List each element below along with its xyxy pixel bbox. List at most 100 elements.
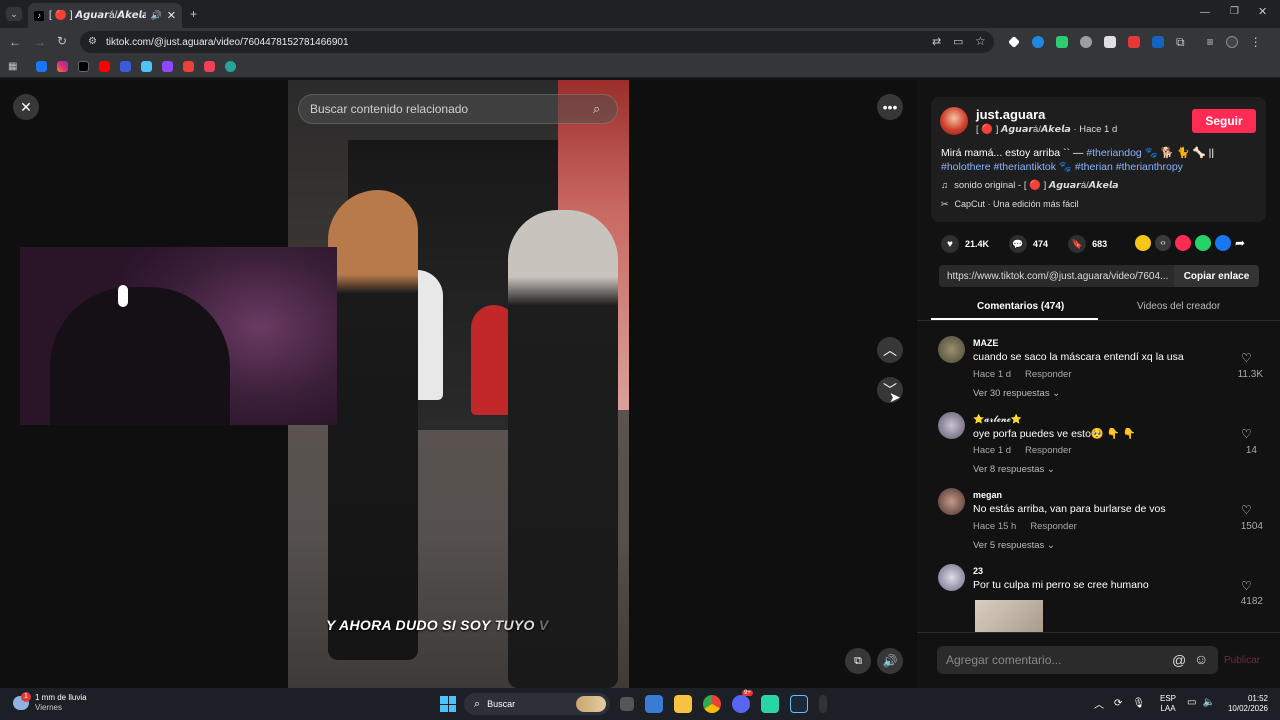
volume-button[interactable]: 🔊: [877, 648, 903, 674]
comment-username[interactable]: 23: [973, 566, 983, 576]
chrome-icon[interactable]: [703, 695, 721, 713]
profile-avatar[interactable]: [1225, 36, 1238, 48]
emoji-icon[interactable]: ☺: [1194, 651, 1208, 667]
reload-icon[interactable]: ↻: [57, 35, 67, 47]
like-button[interactable]: ♥: [941, 235, 959, 253]
globe-bookmark-icon[interactable]: [225, 61, 237, 72]
bookmark-star-icon[interactable]: ☆: [975, 34, 986, 48]
discord-icon[interactable]: 9+: [732, 690, 753, 713]
comment-input[interactable]: Agregar comentario... @ ☺: [937, 646, 1218, 674]
floating-player-button[interactable]: ⧉: [845, 648, 871, 674]
facebook-bookmark-icon[interactable]: [36, 61, 48, 72]
address-bar[interactable]: ⚙ tiktok.com/@just.aguara/video/76044781…: [80, 31, 994, 53]
capcut-row[interactable]: ✂ CapCut · Una edición más fácil: [941, 199, 1079, 210]
sound-row[interactable]: ♫ sonido original - [ 🔴 ] 𝘼𝙜𝙪𝙖𝙧á/𝘼𝙠𝙚𝙡𝙖: [941, 180, 1119, 191]
x-bookmark-icon[interactable]: [78, 61, 90, 72]
blue-app-bookmark-icon[interactable]: [120, 61, 132, 72]
app-dark-icon[interactable]: [819, 695, 827, 713]
steam-icon[interactable]: [790, 695, 808, 713]
extension-shield-icon[interactable]: [1056, 36, 1068, 48]
mention-icon[interactable]: @: [1172, 652, 1186, 668]
comment-button[interactable]: 💬: [1009, 235, 1028, 253]
reply-button[interactable]: Responder: [1025, 369, 1071, 380]
forward-icon[interactable]: →: [34, 36, 46, 48]
embed-icon[interactable]: ‹›: [1155, 235, 1171, 251]
gmail-bookmark-icon[interactable]: [183, 61, 195, 72]
tab-audio-icon[interactable]: 🔊: [151, 10, 162, 21]
clock[interactable]: 01:52 10/02/2026: [1226, 694, 1268, 714]
hashtag-link[interactable]: #theriandog: [1086, 147, 1141, 159]
extension-glasses-icon[interactable]: [1080, 36, 1092, 48]
translate-icon[interactable]: ⇄: [932, 35, 941, 48]
comment-avatar[interactable]: [938, 336, 965, 363]
new-tab-icon[interactable]: +: [190, 8, 197, 20]
comment-username[interactable]: megan: [973, 490, 1002, 500]
pocket-bookmark-icon[interactable]: [204, 61, 216, 72]
sync-icon[interactable]: ⟳: [1114, 698, 1122, 709]
teal-bookmark-icon[interactable]: [141, 61, 153, 72]
comment-image[interactable]: [975, 600, 1043, 632]
microphone-icon[interactable]: 🎙: [1132, 698, 1145, 709]
emoji-share-icon[interactable]: [1135, 235, 1151, 251]
language-indicator[interactable]: ESP LAA: [1160, 694, 1176, 714]
window-restore-icon[interactable]: ❐: [1230, 7, 1239, 17]
search-icon[interactable]: ⌕: [593, 101, 600, 117]
media-control-icon[interactable]: ≡: [1207, 36, 1214, 48]
taskbar-search[interactable]: ⌕ Buscar: [464, 693, 610, 715]
extensions-puzzle-icon[interactable]: ⧉: [1176, 36, 1185, 48]
facebook-icon[interactable]: [1215, 235, 1231, 251]
store-icon[interactable]: [645, 695, 663, 713]
file-explorer-icon[interactable]: [674, 695, 692, 713]
extension-blue-icon[interactable]: [1032, 36, 1044, 48]
tray-overflow-icon[interactable]: ︿: [1094, 696, 1104, 711]
save-button[interactable]: 🔖: [1068, 235, 1087, 253]
follow-button[interactable]: Seguir: [1192, 109, 1256, 133]
apps-grid-icon[interactable]: ▦: [8, 61, 17, 72]
comment-like-icon[interactable]: ♡: [1241, 503, 1252, 517]
start-button[interactable]: [440, 696, 456, 712]
copy-link-button[interactable]: Copiar enlace: [1174, 265, 1259, 287]
view-replies-button[interactable]: Ver 30 respuestas ⌄: [973, 388, 1060, 399]
publish-button[interactable]: Publicar: [1224, 655, 1260, 666]
comment-like-icon[interactable]: ♡: [1241, 579, 1252, 593]
creator-avatar[interactable]: [940, 107, 968, 135]
hashtag-link[interactable]: #therian #therianthropy: [1075, 161, 1183, 173]
twitch-bookmark-icon[interactable]: [162, 61, 174, 72]
window-close-icon[interactable]: ✕: [1258, 7, 1267, 18]
more-options-button[interactable]: •••: [877, 94, 903, 120]
close-video-button[interactable]: ✕: [13, 94, 39, 120]
back-icon[interactable]: ←: [9, 36, 21, 48]
volume-tray-icon[interactable]: 🔈: [1202, 697, 1214, 708]
creator-username[interactable]: just.aguara: [976, 107, 1045, 122]
comment-avatar[interactable]: [938, 488, 965, 515]
comment-avatar[interactable]: [938, 564, 965, 591]
site-info-icon[interactable]: ⚙: [88, 36, 97, 47]
browser-menu-icon[interactable]: ⋮: [1250, 36, 1262, 48]
youtube-bookmark-icon[interactable]: [99, 61, 111, 72]
extension-diamond-icon[interactable]: [1008, 36, 1020, 48]
network-icon[interactable]: ▭: [1187, 697, 1196, 708]
hashtag-link[interactable]: #holothere #theriantiktok: [941, 161, 1056, 173]
tab-search-icon[interactable]: ⌄: [6, 7, 22, 21]
weather-widget[interactable]: 1 1 mm de lluvia Viernes: [13, 692, 87, 713]
reply-button[interactable]: Responder: [1030, 521, 1076, 532]
whatsapp-icon[interactable]: [1195, 235, 1211, 251]
send-icon[interactable]: [1175, 235, 1191, 251]
app-green-icon[interactable]: [761, 695, 779, 713]
extension-grid-icon[interactable]: [1104, 36, 1116, 48]
view-replies-button[interactable]: Ver 5 respuestas ⌄: [973, 540, 1055, 551]
tab-creator-videos[interactable]: Videos del creador: [1137, 301, 1220, 312]
task-view-icon[interactable]: [620, 697, 634, 711]
tab-comments[interactable]: Comentarios (474): [977, 301, 1064, 312]
reply-button[interactable]: Responder: [1025, 445, 1071, 456]
related-content-search[interactable]: Buscar contenido relacionado ⌕: [298, 94, 618, 124]
extension-m-icon[interactable]: [1152, 36, 1164, 48]
previous-video-button[interactable]: ︿: [877, 337, 903, 363]
video-frame[interactable]: [288, 80, 629, 688]
cast-icon[interactable]: ▭: [953, 35, 963, 48]
instagram-bookmark-icon[interactable]: [57, 61, 69, 72]
comment-username[interactable]: ⭐𝓪𝓻𝓵𝓮𝓷𝓮⭐: [973, 414, 1022, 425]
browser-tab-active[interactable]: ♪ [ 🔴 ] 𝘼𝙜𝙪𝙖𝙧á/𝘼𝙠𝙚𝙡𝙖 (@just. 🔊 ✕: [28, 3, 182, 28]
view-replies-button[interactable]: Ver 8 respuestas ⌄: [973, 464, 1055, 475]
comment-username[interactable]: MAZE: [973, 338, 999, 348]
